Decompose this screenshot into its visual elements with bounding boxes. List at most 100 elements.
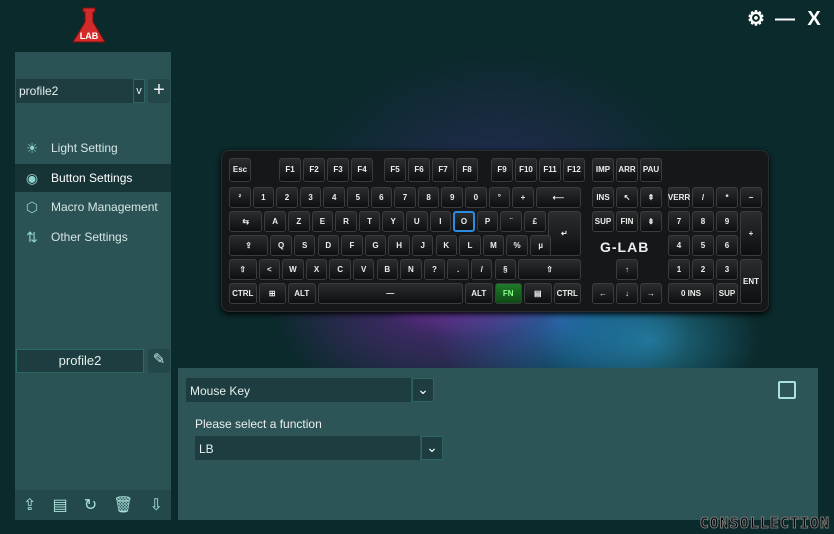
key[interactable]: +	[512, 187, 534, 208]
key[interactable]: *	[716, 187, 738, 208]
key[interactable]: 1	[668, 259, 690, 280]
key[interactable]: E	[311, 211, 334, 232]
key[interactable]: L	[459, 235, 481, 256]
key[interactable]: F12	[563, 158, 585, 182]
key[interactable]: ↖	[616, 187, 638, 208]
key[interactable]: VERR	[668, 187, 690, 208]
key[interactable]: ←	[592, 283, 614, 304]
key[interactable]: D	[317, 235, 340, 256]
key-type-select[interactable]: Mouse Key	[186, 378, 411, 402]
key[interactable]: .	[447, 259, 469, 280]
key[interactable]: ⇆	[229, 211, 263, 232]
key[interactable]: —	[317, 283, 463, 304]
chevron-down-icon[interactable]: ⌄	[412, 378, 434, 402]
close-button[interactable]: X	[803, 8, 825, 30]
key[interactable]: 3	[716, 259, 738, 280]
key[interactable]: Esc	[229, 158, 251, 182]
key[interactable]: ▤	[524, 283, 552, 304]
key[interactable]: F4	[351, 158, 373, 182]
key[interactable]: C	[329, 259, 351, 280]
key[interactable]: °	[488, 187, 511, 208]
key[interactable]: F10	[515, 158, 537, 182]
key[interactable]: 5	[347, 187, 369, 208]
key[interactable]: ENT	[740, 259, 762, 304]
minimize-button[interactable]: —	[774, 8, 796, 30]
key[interactable]: %	[506, 235, 528, 256]
key[interactable]: ↓	[616, 283, 638, 304]
key[interactable]: A	[264, 211, 286, 232]
edit-icon[interactable]: ✎	[148, 349, 170, 373]
key[interactable]: ↵	[547, 211, 581, 256]
key[interactable]: M	[482, 235, 505, 256]
sidebar-item-macro-management[interactable]: ⬡ Macro Management	[15, 193, 171, 221]
key[interactable]: 2	[692, 259, 714, 280]
sidebar-item-other-settings[interactable]: ⇅ Other Settings	[15, 223, 171, 251]
key[interactable]: N	[400, 259, 422, 280]
key[interactable]: 9	[441, 187, 463, 208]
key[interactable]: →	[640, 283, 662, 304]
key[interactable]: ¨	[500, 211, 522, 232]
key[interactable]: ⟵	[535, 187, 581, 208]
key[interactable]: W	[282, 259, 304, 280]
key[interactable]: F2	[303, 158, 325, 182]
key[interactable]: ⇧	[518, 259, 581, 280]
key[interactable]: /	[470, 259, 493, 280]
key[interactable]: Z	[288, 211, 310, 232]
key[interactable]: ⇟	[640, 211, 662, 232]
key[interactable]: SUP	[716, 283, 738, 304]
key[interactable]: +	[740, 211, 762, 256]
key[interactable]: I	[429, 211, 452, 232]
import-icon[interactable]: ⇩	[150, 495, 163, 515]
key[interactable]: ⇪	[229, 235, 269, 256]
key[interactable]: 4	[323, 187, 345, 208]
key[interactable]: 7	[394, 187, 416, 208]
key[interactable]: F5	[384, 158, 406, 182]
key[interactable]: 6	[716, 235, 738, 256]
key[interactable]: ⇞	[640, 187, 662, 208]
chevron-down-icon[interactable]: v	[133, 79, 145, 103]
key[interactable]: IMP	[592, 158, 614, 182]
key[interactable]: H	[388, 235, 410, 256]
save-icon[interactable]	[778, 381, 796, 399]
key[interactable]: SUP	[592, 211, 614, 232]
key[interactable]: 9	[716, 211, 738, 232]
key[interactable]: F8	[456, 158, 478, 182]
key[interactable]: U	[406, 211, 428, 232]
key[interactable]: Y	[382, 211, 404, 232]
key[interactable]: ALT	[288, 283, 316, 304]
key[interactable]: O	[453, 211, 475, 232]
export-icon[interactable]: ⇪	[23, 495, 36, 515]
key[interactable]: V	[352, 259, 375, 280]
key[interactable]: §	[494, 259, 517, 280]
function-select[interactable]: LB	[195, 436, 420, 460]
key[interactable]: µ	[529, 235, 552, 256]
key[interactable]: 4	[668, 235, 690, 256]
key[interactable]: PAU	[640, 158, 662, 182]
key[interactable]: 2	[276, 187, 298, 208]
key[interactable]: CTRL	[229, 283, 257, 304]
key[interactable]: F3	[327, 158, 349, 182]
key[interactable]: T	[358, 211, 381, 232]
key[interactable]: 7	[668, 211, 690, 232]
key[interactable]: 1	[252, 187, 275, 208]
key[interactable]: ²	[229, 187, 251, 208]
sidebar-item-button-settings[interactable]: ◉ Button Settings	[15, 163, 171, 192]
key[interactable]: ⇧	[229, 259, 257, 280]
key[interactable]: CTRL	[553, 283, 581, 304]
profile-name-field[interactable]: profile2	[16, 349, 144, 373]
refresh-file-icon[interactable]: ↻	[84, 495, 97, 515]
key[interactable]: F9	[491, 158, 513, 182]
key[interactable]: ARR	[616, 158, 638, 182]
key[interactable]: S	[293, 235, 316, 256]
profile-select[interactable]: profile2	[16, 79, 134, 103]
key[interactable]: X	[305, 259, 328, 280]
key[interactable]: 3	[299, 187, 322, 208]
key[interactable]: G	[364, 235, 387, 256]
notes-icon[interactable]: ▤	[53, 495, 68, 515]
key[interactable]: 8	[417, 187, 440, 208]
key[interactable]: ALT	[465, 283, 493, 304]
key[interactable]: FIN	[616, 211, 638, 232]
chevron-down-icon[interactable]: ⌄	[421, 436, 443, 460]
gear-icon[interactable]: ⚙	[745, 8, 767, 30]
key[interactable]: 8	[692, 211, 714, 232]
